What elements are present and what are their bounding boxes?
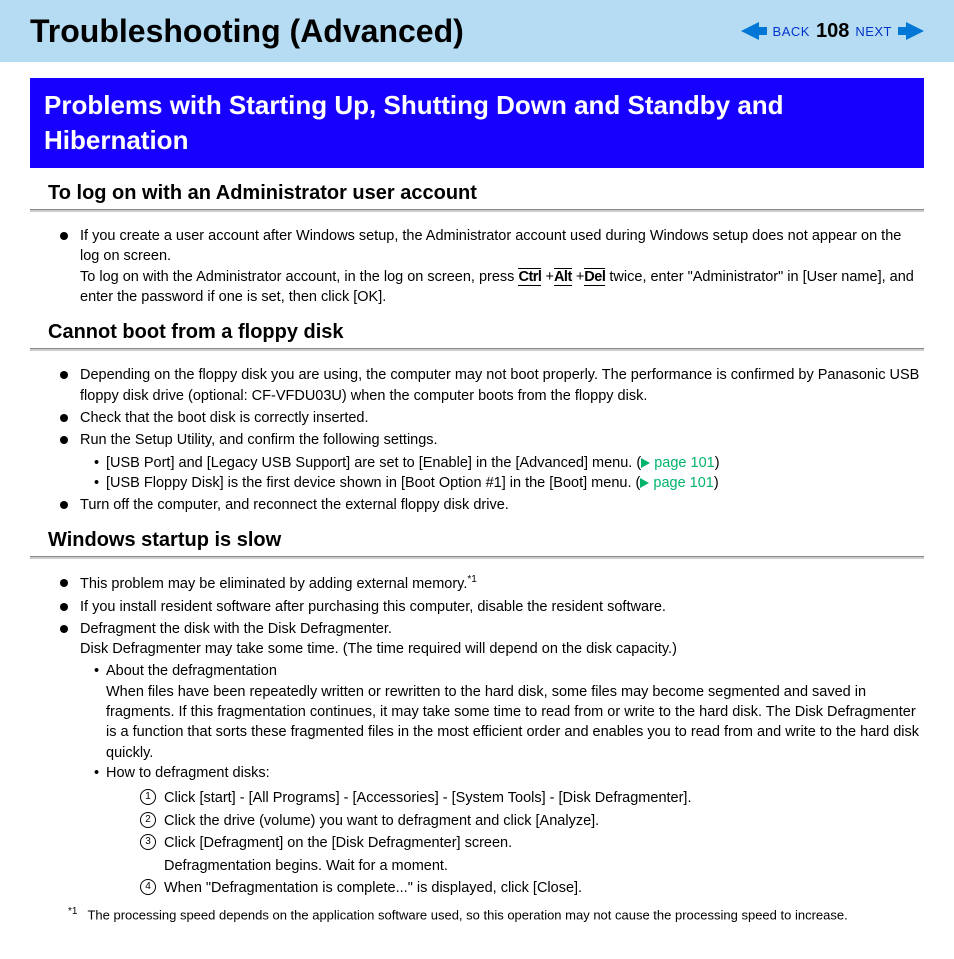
text: [USB Floppy Disk] is the first device sh… xyxy=(106,475,640,491)
text: If you create a user account after Windo… xyxy=(80,228,901,264)
header-bar: Troubleshooting (Advanced) BACK 108 NEXT xyxy=(0,0,954,62)
list-item: Defragment the disk with the Disk Defrag… xyxy=(60,619,924,900)
back-arrow-icon[interactable] xyxy=(741,22,767,40)
footnote-text: The processing speed depends on the appl… xyxy=(87,907,847,922)
footnote: *1 The processing speed depends on the ap… xyxy=(46,906,924,922)
text: Click [Defragment] on the [Disk Defragme… xyxy=(164,835,512,851)
list-item: If you create a user account after Windo… xyxy=(60,226,924,307)
steps-list: Click [start] - [All Programs] - [Access… xyxy=(106,787,924,899)
text: Depending on the floppy disk you are usi… xyxy=(80,367,919,403)
list-item: How to defragment disks: Click [start] -… xyxy=(94,763,924,900)
list-item: Run the Setup Utility, and confirm the f… xyxy=(60,430,924,493)
text: When files have been repeatedly written … xyxy=(106,684,919,761)
list-item: Depending on the floppy disk you are usi… xyxy=(60,365,924,406)
text: How to defragment disks: xyxy=(106,765,270,781)
arrow-right-icon xyxy=(641,458,650,468)
section-banner: Problems with Starting Up, Shutting Down… xyxy=(30,78,924,168)
page-link[interactable]: page 101 xyxy=(653,475,713,491)
key-alt: Alt xyxy=(554,268,572,286)
text: If you install resident software after p… xyxy=(80,599,666,615)
text: About the defragmentation xyxy=(106,663,277,679)
sub-list: [USB Port] and [Legacy USB Support] are … xyxy=(80,453,924,494)
list-item: [USB Port] and [Legacy USB Support] are … xyxy=(94,453,924,473)
admin-list: If you create a user account after Windo… xyxy=(30,226,924,307)
text: This problem may be eliminated by adding… xyxy=(80,576,467,592)
divider xyxy=(30,556,924,559)
subheading-slow: Windows startup is slow xyxy=(48,529,924,552)
list-item: Turn off the computer, and reconnect the… xyxy=(60,495,924,515)
arrow-right-icon xyxy=(640,478,649,488)
list-item: If you install resident software after p… xyxy=(60,597,924,617)
page-link[interactable]: page 101 xyxy=(654,455,714,471)
text: Click the drive (volume) you want to def… xyxy=(164,813,599,829)
list-item: About the defragmentation When files hav… xyxy=(94,661,924,762)
back-link[interactable]: BACK xyxy=(773,24,810,39)
text: Click [start] - [All Programs] - [Access… xyxy=(164,790,692,806)
text: Turn off the computer, and reconnect the… xyxy=(80,497,509,513)
page-number: 108 xyxy=(816,20,849,43)
text: Defragment the disk with the Disk Defrag… xyxy=(80,621,392,637)
step-item: Click [start] - [All Programs] - [Access… xyxy=(144,787,924,809)
content-area: Problems with Starting Up, Shutting Down… xyxy=(0,62,954,922)
step-item: When "Defragmentation is complete..." is… xyxy=(144,877,924,899)
text: Defragmentation begins. Wait for a momen… xyxy=(164,858,448,874)
text: [USB Port] and [Legacy USB Support] are … xyxy=(106,455,641,471)
text: Run the Setup Utility, and confirm the f… xyxy=(80,432,438,448)
text: To log on with the Administrator account… xyxy=(80,269,518,285)
divider xyxy=(30,348,924,351)
list-item: Check that the boot disk is correctly in… xyxy=(60,408,924,428)
subheading-floppy: Cannot boot from a floppy disk xyxy=(48,321,924,344)
nav-group: BACK 108 NEXT xyxy=(741,20,924,43)
key-ctrl: Ctrl xyxy=(518,268,541,286)
list-item: [USB Floppy Disk] is the first device sh… xyxy=(94,473,924,493)
slow-list: This problem may be eliminated by adding… xyxy=(30,573,924,899)
divider xyxy=(30,209,924,212)
subheading-admin: To log on with an Administrator user acc… xyxy=(48,182,924,205)
step-item: Click the drive (volume) you want to def… xyxy=(144,810,924,832)
page-title: Troubleshooting (Advanced) xyxy=(30,13,464,50)
next-arrow-icon[interactable] xyxy=(898,22,924,40)
next-link[interactable]: NEXT xyxy=(855,24,892,39)
list-item: This problem may be eliminated by adding… xyxy=(60,573,924,594)
footnote-mark: *1 xyxy=(68,906,77,917)
sub-list: About the defragmentation When files hav… xyxy=(80,661,924,899)
key-del: Del xyxy=(584,268,605,286)
text: Check that the boot disk is correctly in… xyxy=(80,410,369,426)
step-item: Click [Defragment] on the [Disk Defragme… xyxy=(144,832,924,877)
text: When "Defragmentation is complete..." is… xyxy=(164,880,582,896)
text: Disk Defragmenter may take some time. (T… xyxy=(80,641,677,657)
footnote-ref: *1 xyxy=(467,574,476,585)
floppy-list: Depending on the floppy disk you are usi… xyxy=(30,365,924,515)
